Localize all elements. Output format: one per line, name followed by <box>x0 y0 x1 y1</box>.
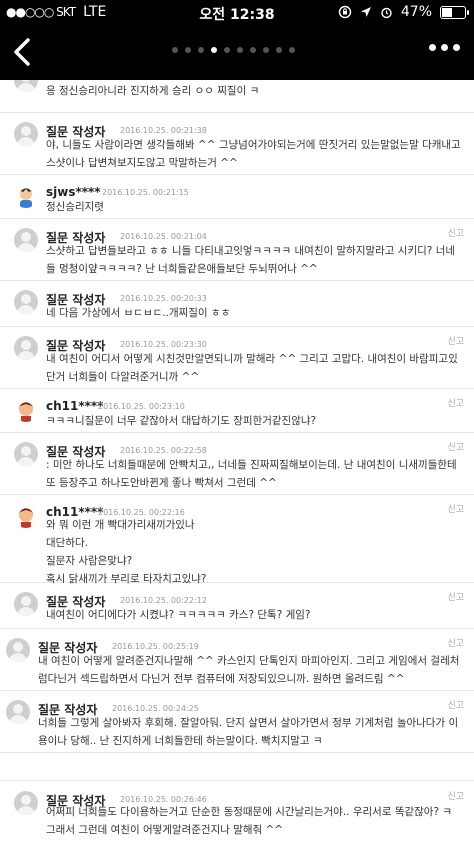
comment-item: ch11**** 2016.10.25. 00:23:10 신고 ㅋㅋㅋ니질문이… <box>0 388 474 433</box>
back-button[interactable] <box>6 34 42 70</box>
comment-author: ch11**** <box>46 399 104 413</box>
page-dot <box>224 47 230 53</box>
avatar <box>14 122 38 146</box>
navigation-bar <box>0 24 474 80</box>
character-avatar-icon <box>19 188 33 208</box>
comment-text: 정신승리지렷 <box>46 201 104 213</box>
page-dot <box>276 47 282 53</box>
comment-date: 2016.10.25. 00:22:58 <box>120 446 207 455</box>
report-link[interactable]: 신고 <box>447 440 464 453</box>
page-dot <box>185 47 191 53</box>
comment-list[interactable]: 응 정신승리아니라 진지하게 승리 ㅇㅇ 찌질이 ㅋ 질문 작성자 2016.1… <box>0 80 474 844</box>
comment-date: 2016.10.25. 00:20:33 <box>120 294 207 303</box>
comment-item: sjws**** 2016.10.25. 00:21:15 정신승리지렷 <box>0 174 474 219</box>
battery-percent: 47% <box>400 4 432 20</box>
report-link[interactable]: 신고 <box>447 789 464 802</box>
comment-date: 2016.10.25. 00:23:30 <box>120 340 207 349</box>
comment-text: 내여친이 어디에다가 시켰냐? ㅋㅋㅋㅋㅋ 카스? 단톡? 게임? <box>46 609 311 621</box>
comment-text: 응 정신승리아니라 진지하게 승리 ㅇㅇ 찌질이 ㅋ <box>46 85 260 97</box>
comment-item: 질문 작성자 2016.10.25. 00:23:30 신고 내 여친이 어디서… <box>0 326 474 389</box>
report-link[interactable]: 신고 <box>447 698 464 711</box>
report-link[interactable]: 신고 <box>447 226 464 239</box>
comment-item: 질문 작성자 2016.10.25. 00:21:04 신고 스샷하고 답변들보… <box>0 218 474 281</box>
more-dot <box>441 44 448 51</box>
comment-author: sjws**** <box>46 185 101 199</box>
comment-item: 질문 작성자 2016.10.25. 00:25:19 신고 내 여친이 어떻게… <box>0 628 474 691</box>
character-avatar-icon <box>18 508 34 528</box>
report-link[interactable]: 신고 <box>447 396 464 409</box>
comment-item: 질문 작성자 2016.10.25. 00:24:25 신고 너희들 그렇게 살… <box>0 690 474 753</box>
page-dot-active <box>211 47 217 53</box>
page-dot <box>263 47 269 53</box>
page-indicator <box>172 47 295 53</box>
avatar <box>14 791 38 815</box>
comment-text: 스샷하고 답변들보라고 ㅎㅎ 니들 다티내고잇엏ㅋㅋㅋㅋ 내여친이 말하지말라고… <box>46 245 456 275</box>
avatar <box>14 228 38 252</box>
location-icon <box>360 7 371 17</box>
rotation-lock-icon <box>338 5 352 19</box>
comment-text: 야, 니들도 사람이라면 생각들해봐 ^^ 그냥넘어가야되는거에 딴짓거리 있는… <box>46 139 461 169</box>
comment-date: 2016.10.25. 00:21:15 <box>102 188 189 197</box>
page-dot <box>237 47 243 53</box>
comment-item: ch11**** 2016.10.25. 00:22:16 신고 와 뭐 이런 … <box>0 494 474 585</box>
avatar <box>14 80 38 92</box>
comment-date: 2016.10.25. 00:21:04 <box>120 232 207 241</box>
comment-text: ㅋㅋㅋ니질문이 너무 같잖아서 대답하기도 장피한거같진않냐? <box>46 415 317 427</box>
avatar <box>14 442 38 466</box>
comment-item: 질문 작성자 2016.10.25. 00:21:38 야, 니들도 사람이라면… <box>0 112 474 175</box>
avatar <box>6 700 30 724</box>
comment-date: 2016.10.25. 00:23:10 <box>98 402 185 411</box>
report-link[interactable]: 신고 <box>447 636 464 649</box>
comment-text: 와 뭐 이런 개 빡대가리새끼가있나 대단하다. 질문자 사람은맞냐? 혹시 닭… <box>46 519 207 585</box>
comment-text: 네 다음 가상에서 ㅂㄷㅂㄷ..개찌질이 ㅎㅎ <box>46 307 231 319</box>
comment-text: : 미안 하나도 너희들때문에 안빡치고,, 너네들 진짜찌질해보이는데. 난 … <box>46 459 457 489</box>
page-dot <box>250 47 256 53</box>
avatar <box>14 184 38 208</box>
comment-text: 내 여친이 어떻게 알려준건지나말해 ^^ 카스인지 단톡인지 마피아인지. 그… <box>38 655 460 685</box>
battery-icon <box>440 5 469 19</box>
report-link[interactable]: 신고 <box>447 590 464 603</box>
more-dot <box>453 44 460 51</box>
report-link[interactable]: 신고 <box>447 334 464 347</box>
comment-date: 2016.10.25. 00:22:12 <box>120 596 207 605</box>
page-dot <box>289 47 295 53</box>
avatar <box>14 336 38 360</box>
more-dot <box>429 44 436 51</box>
page-dot <box>172 47 178 53</box>
page-dot <box>198 47 204 53</box>
avatar <box>14 398 38 422</box>
avatar <box>6 638 30 662</box>
comment-text: 너희들 그렇게 살아봐자 후회해. 잘알아둬. 단지 살면서 살아가면서 정부 … <box>38 717 459 747</box>
comment-item: 질문 작성자 2016.10.25. 00:22:12 신고 내여친이 어디에다… <box>0 582 474 629</box>
comment-date: 2016.10.25. 00:24:25 <box>112 704 199 713</box>
comment-item: 질문 작성자 2016.10.25. 00:26:46 신고 어쩌피 너희들도 … <box>0 780 474 844</box>
avatar <box>14 504 38 528</box>
comment-date: 2016.10.25. 00:25:19 <box>112 642 199 651</box>
comment-text: 어쩌피 너희들도 다이용하는거고 단순한 동정때문에 시간날리는거야.. 우리서… <box>46 806 453 836</box>
comment-item: 질문 작성자 2016.10.25. 00:20:33 네 다음 가상에서 ㅂㄷ… <box>0 280 474 327</box>
comment-date: 2016.10.25. 00:21:38 <box>120 126 207 135</box>
comment-text: 내 여친이 어디서 어떻게 시친것만알면되니까 말해라 ^^ 그리고 고맙다. … <box>46 353 458 383</box>
avatar <box>14 592 38 616</box>
alarm-icon <box>381 7 392 18</box>
comment-fragment: 응 정신승리아니라 진지하게 승리 ㅇㅇ 찌질이 ㅋ <box>0 80 474 113</box>
avatar <box>14 290 38 314</box>
comment-item: 질문 작성자 2016.10.25. 00:22:58 신고 : 미안 하나도 … <box>0 432 474 495</box>
more-options-button[interactable] <box>429 44 460 51</box>
character-avatar-icon <box>18 402 34 422</box>
status-bar: ●●○○○ SKT LTE 오전 12:38 47% <box>0 0 474 24</box>
report-link[interactable]: 신고 <box>447 502 464 515</box>
